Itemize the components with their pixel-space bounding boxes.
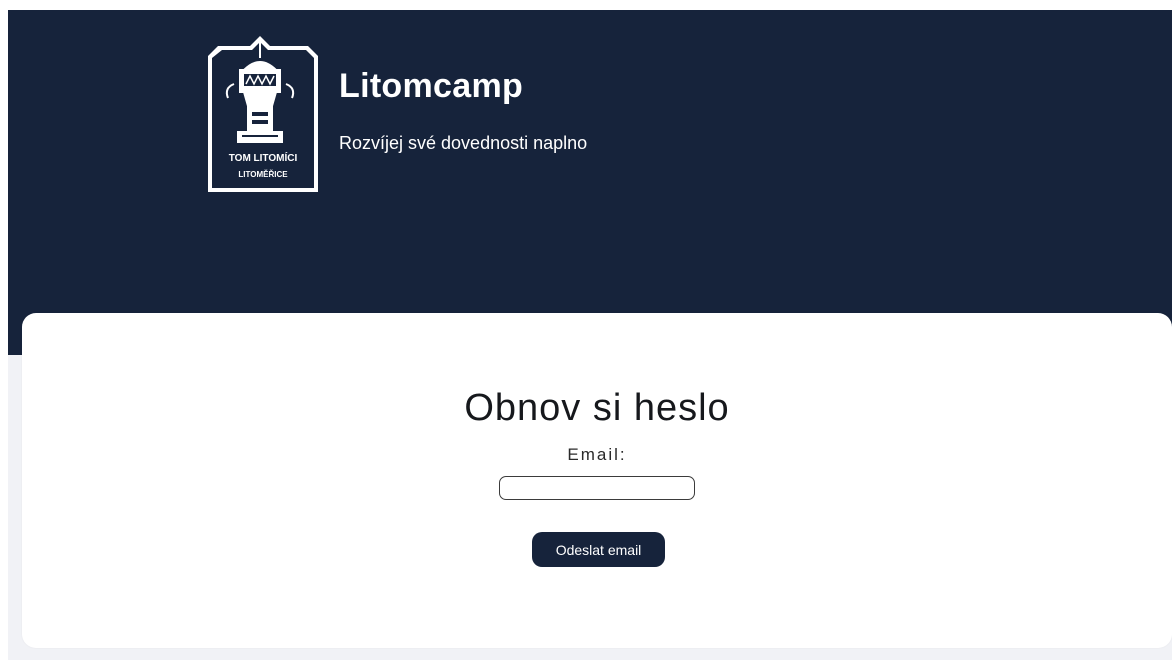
tom-litomici-logo: TOM LITOMÍCI LITOMĚŘICE [208,36,318,192]
page: TOM LITOMÍCI LITOMĚŘICE Litomcamp Rozvíj… [0,0,1172,660]
send-email-button[interactable]: Odeslat email [532,532,665,567]
reset-password-card: Obnov si heslo Email: Odeslat email [22,313,1172,648]
email-label: Email: [567,445,627,464]
email-field[interactable] [499,476,695,500]
site-title: Litomcamp [339,67,524,105]
logo-line1: TOM LITOMÍCI [229,151,298,164]
site-header: TOM LITOMÍCI LITOMĚŘICE Litomcamp Rozvíj… [8,10,1172,355]
site-subtitle: Rozvíjej své dovednosti naplno [339,133,588,153]
page-title: Obnov si heslo [464,387,730,429]
logo-line2: LITOMĚŘICE [238,170,288,179]
